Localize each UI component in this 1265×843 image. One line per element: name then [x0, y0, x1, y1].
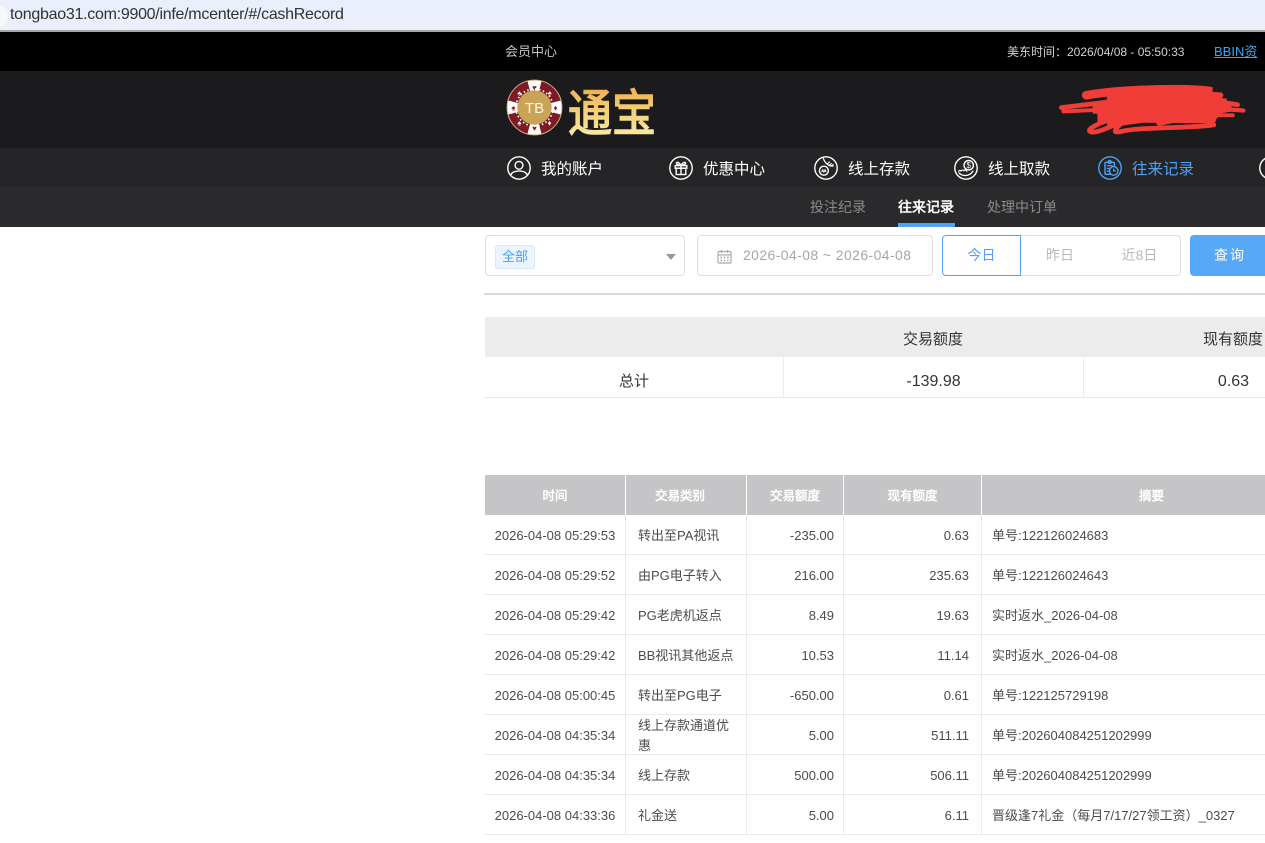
svg-text:♦: ♦: [553, 104, 557, 113]
svg-text:♠: ♠: [517, 88, 521, 97]
svg-text:$: $: [966, 161, 971, 170]
svg-text:TB: TB: [525, 100, 544, 117]
